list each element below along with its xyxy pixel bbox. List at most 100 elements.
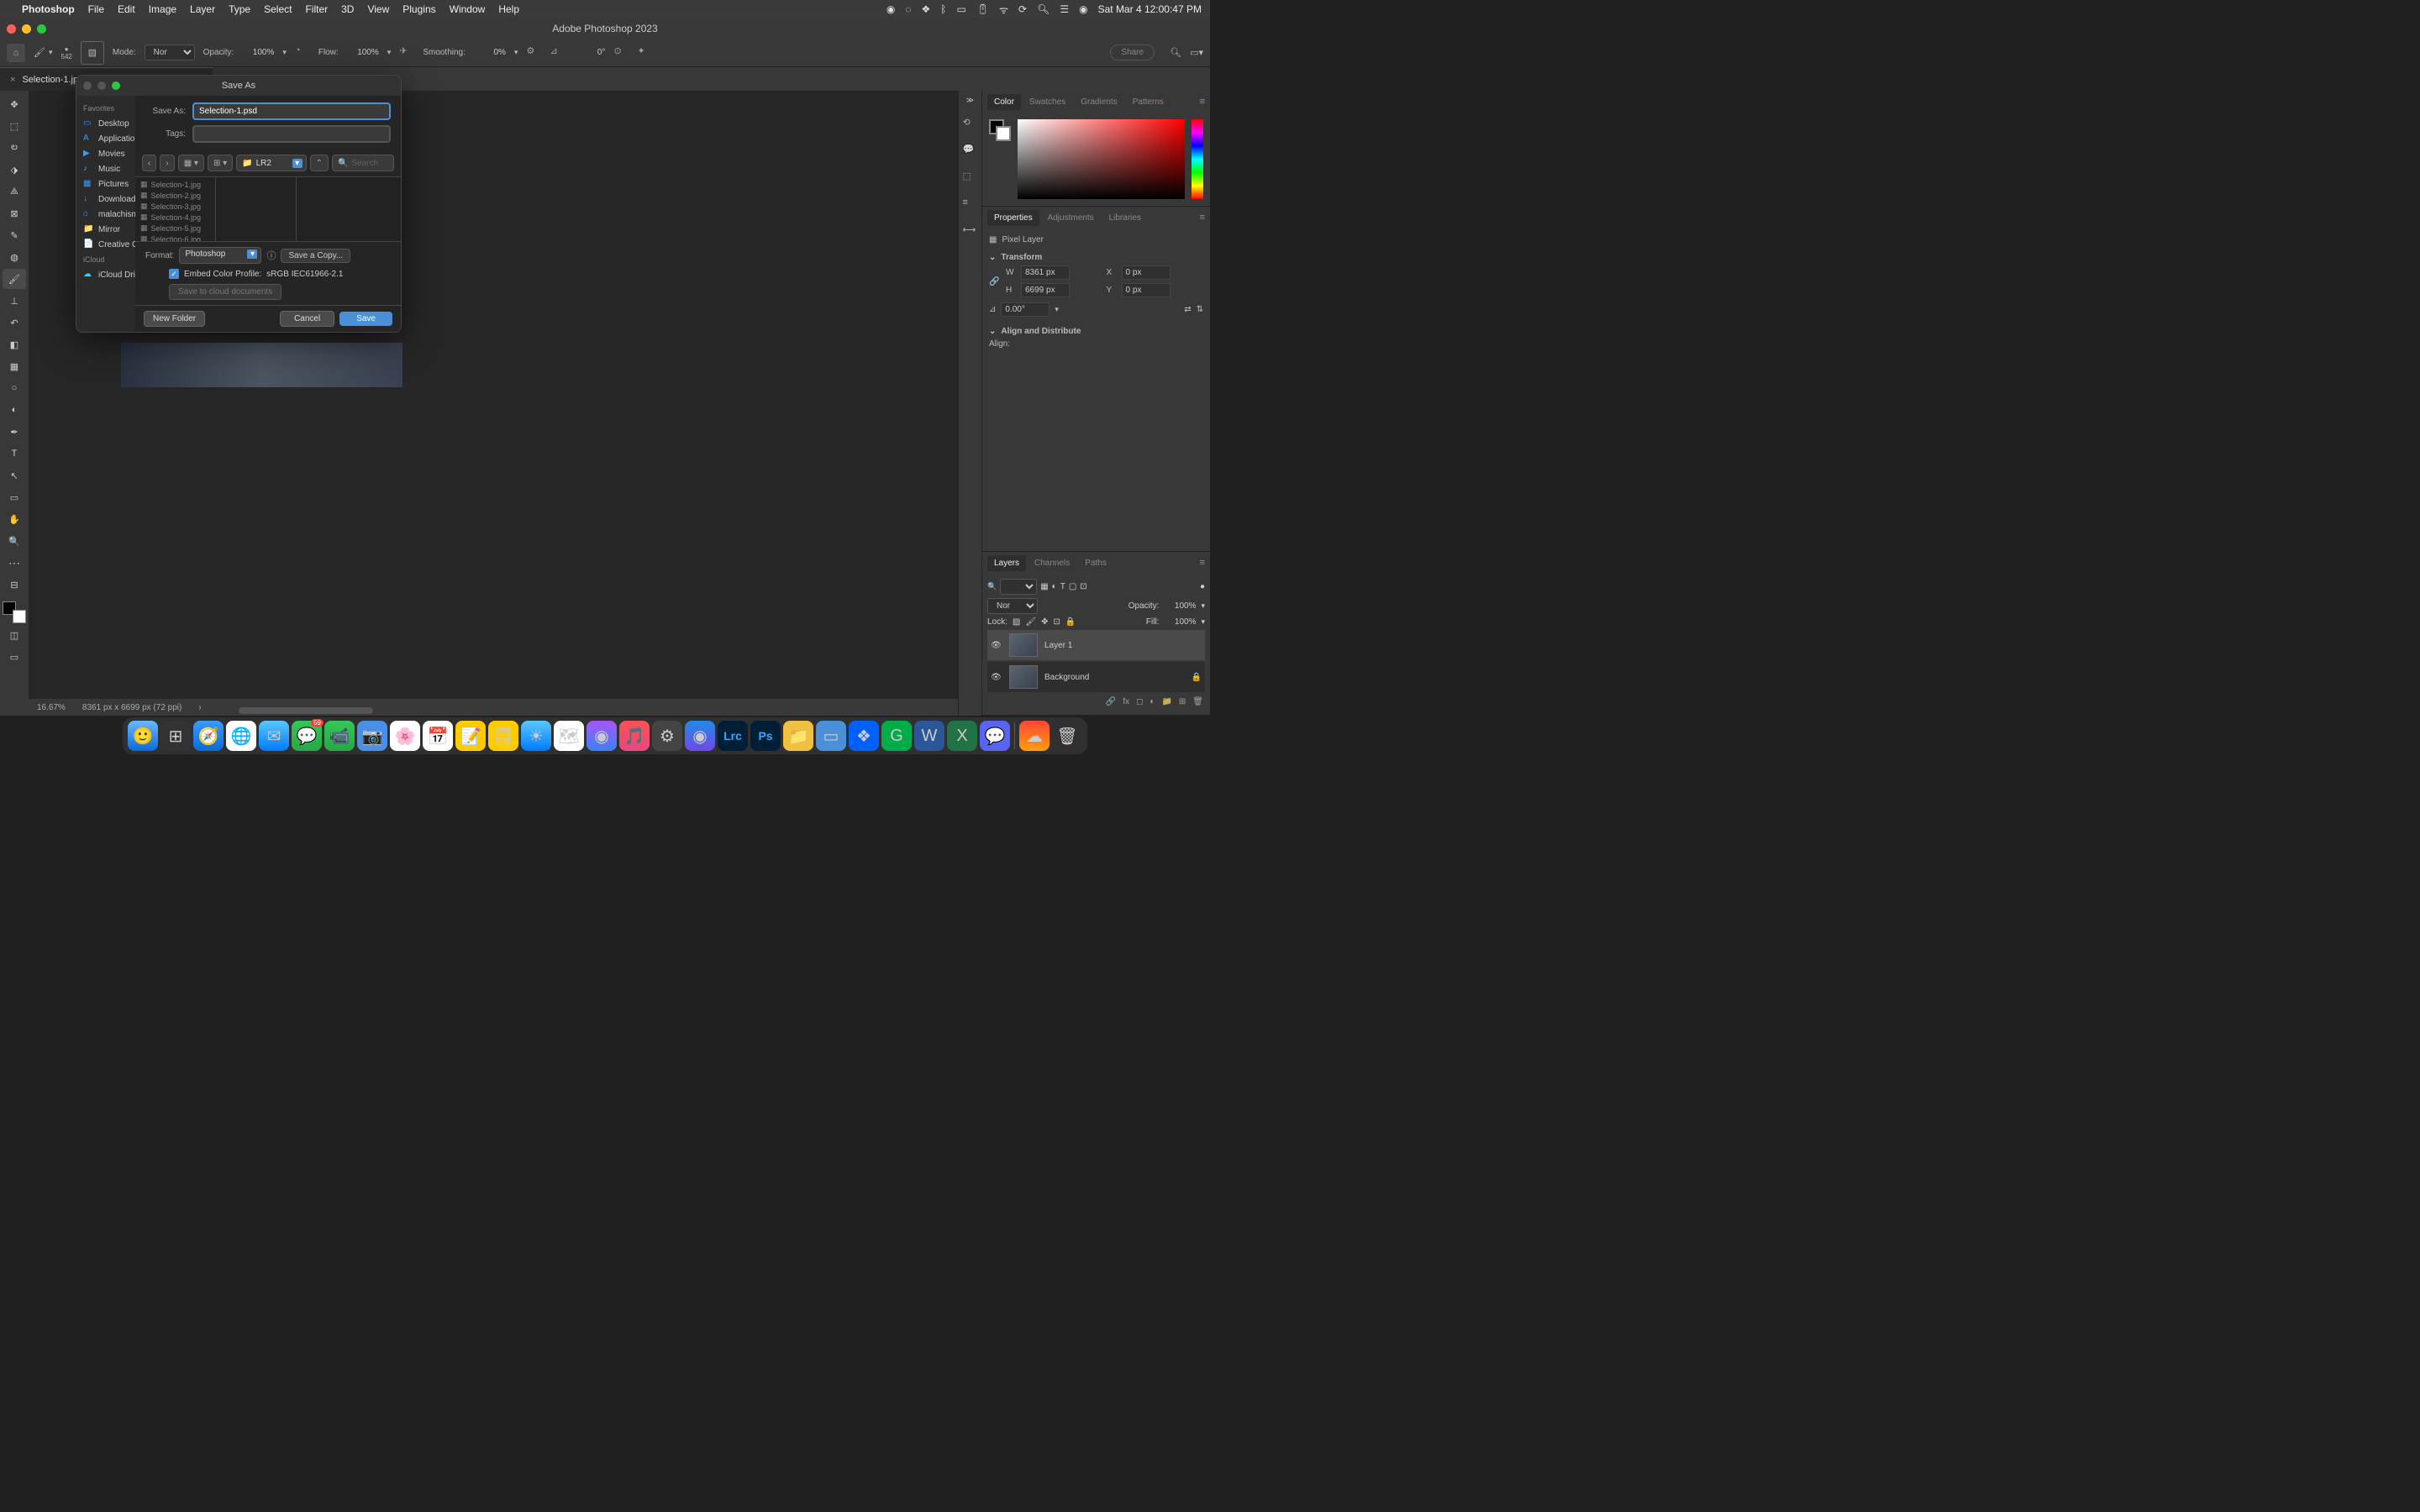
gear-icon[interactable]: ⚙ xyxy=(526,45,541,60)
rotation-input[interactable] xyxy=(1001,302,1050,317)
control-center-icon[interactable]: ☰ xyxy=(1060,3,1069,15)
dock-word[interactable]: W xyxy=(914,721,944,751)
dodge-tool[interactable]: ◐ xyxy=(3,400,26,420)
dock-dropbox[interactable]: ❖ xyxy=(849,721,879,751)
dock-facetime[interactable]: 📹 xyxy=(324,721,355,751)
symmetry-icon[interactable]: ✦ xyxy=(637,45,652,60)
window-minimize-button[interactable] xyxy=(22,24,31,34)
color-fg-bg-selector[interactable] xyxy=(989,119,1011,141)
dock-app3[interactable]: ▭ xyxy=(816,721,846,751)
menu-file[interactable]: File xyxy=(88,3,104,15)
lock-all-icon[interactable]: 🔒 xyxy=(1065,617,1076,627)
dock-settings[interactable]: ⚙ xyxy=(652,721,682,751)
sidebar-item-icloud-desktop[interactable]: ▭Desktop xyxy=(76,282,135,284)
menu-image[interactable]: Image xyxy=(149,3,176,15)
record-icon[interactable]: ◉ xyxy=(886,3,895,15)
dock-creative-cloud[interactable]: ☁ xyxy=(1019,721,1050,751)
dock-launchpad[interactable]: ⊞ xyxy=(160,721,191,751)
circle-icon[interactable]: ◌ xyxy=(905,3,911,15)
expand-button[interactable]: ⌃ xyxy=(310,155,329,171)
opacity-input[interactable] xyxy=(242,48,274,57)
dropbox-icon[interactable]: ❖ xyxy=(922,3,931,15)
dock-photos[interactable]: 🌸 xyxy=(390,721,420,751)
back-button[interactable]: ‹ xyxy=(142,155,156,171)
history-brush-tool[interactable]: ↶ xyxy=(3,312,26,333)
filter-type-icon[interactable]: T xyxy=(1060,582,1065,591)
folder-select[interactable]: 📁 LR2 xyxy=(236,155,306,171)
menu-layer[interactable]: Layer xyxy=(190,3,215,15)
layer-blend-select[interactable]: Normal xyxy=(987,598,1038,614)
zoom-level[interactable]: 16.67% xyxy=(37,703,66,712)
menu-plugins[interactable]: Plugins xyxy=(402,3,435,15)
document-dimensions[interactable]: 8361 px x 6699 px (72 ppi) xyxy=(82,703,182,712)
link-layers-icon[interactable]: 🔗 xyxy=(1106,697,1116,706)
edit-toolbar[interactable]: ⊟ xyxy=(3,575,26,595)
save-button[interactable]: Save xyxy=(339,312,392,326)
dock-weather[interactable]: ☀ xyxy=(521,721,551,751)
tab-patterns[interactable]: Patterns xyxy=(1126,94,1171,110)
zoom-tool[interactable]: 🔍 xyxy=(3,531,26,551)
horizontal-scrollbar[interactable] xyxy=(239,707,373,714)
dialog-maximize-button[interactable] xyxy=(112,81,120,90)
brush-settings-icon[interactable]: ≡ xyxy=(963,197,978,213)
sidebar-item-creative[interactable]: 📄Creative Clo... xyxy=(76,237,135,252)
dock-calendar[interactable]: 📅 xyxy=(423,721,453,751)
menu-filter[interactable]: Filter xyxy=(305,3,328,15)
adjustment-layer-icon[interactable]: ◐ xyxy=(1150,697,1155,706)
tab-layers[interactable]: Layers xyxy=(987,555,1026,571)
display-icon[interactable]: ▭ xyxy=(957,3,966,15)
datetime[interactable]: Sat Mar 4 12:00:47 PM xyxy=(1098,3,1202,15)
transform-section-label[interactable]: Transform xyxy=(1001,253,1042,262)
tab-adjustments[interactable]: Adjustments xyxy=(1041,210,1101,226)
file-item[interactable]: ▦Selection-6.jpg xyxy=(135,234,215,242)
sidebar-item-pictures[interactable]: ▦Pictures xyxy=(76,176,135,192)
workspace-icon[interactable]: ▭▾ xyxy=(1190,47,1203,58)
file-item[interactable]: ▦Selection-1.jpg xyxy=(135,179,215,190)
lock-artboard-icon[interactable]: ⊡ xyxy=(1053,617,1060,627)
filter-smart-icon[interactable]: ⊡ xyxy=(1080,582,1086,591)
sidebar-item-icloud-drive[interactable]: ☁iCloud Drive xyxy=(76,267,135,282)
layer-name[interactable]: Background xyxy=(1044,673,1089,682)
mask-icon[interactable]: ◻ xyxy=(1136,697,1143,706)
lock-transparent-icon[interactable]: ▨ xyxy=(1013,617,1020,627)
file-item[interactable]: ▦Selection-4.jpg xyxy=(135,212,215,223)
crop-tool[interactable]: ⟁ xyxy=(3,181,26,202)
status-expand-icon[interactable]: › xyxy=(198,703,201,712)
dock-discord[interactable]: 💬 xyxy=(980,721,1010,751)
hue-slider[interactable] xyxy=(1192,119,1203,199)
filter-toggle-icon[interactable]: ● xyxy=(1200,582,1205,591)
brush-size-value[interactable]: 542 xyxy=(61,53,72,60)
save-a-copy-button[interactable]: Save a Copy... xyxy=(281,249,350,263)
hand-tool[interactable]: ✋ xyxy=(3,509,26,529)
brush-tool[interactable]: 🖌 xyxy=(3,269,26,289)
forward-button[interactable]: › xyxy=(160,155,174,171)
dock-app2[interactable]: ◉ xyxy=(685,721,715,751)
brush-tool-icon[interactable]: 🖌 xyxy=(34,47,45,58)
brush-preview-icon[interactable]: ● xyxy=(65,45,69,53)
airbrush-icon[interactable]: ✈ xyxy=(399,45,414,60)
home-button[interactable]: ⌂ xyxy=(7,44,25,62)
comments-icon[interactable]: 💬 xyxy=(963,144,978,159)
layer-visibility-icon[interactable]: 👁 xyxy=(991,673,1002,682)
tab-properties[interactable]: Properties xyxy=(987,210,1039,226)
pressure-opacity-icon[interactable]: ◔ xyxy=(295,45,310,60)
pressure-size-icon[interactable]: ⊙ xyxy=(613,45,629,60)
sidebar-item-music[interactable]: ♪Music xyxy=(76,161,135,176)
file-item[interactable]: ▦Selection-2.jpg xyxy=(135,190,215,201)
dock-zoom[interactable]: 📷 xyxy=(357,721,387,751)
chevron-down-icon[interactable]: ⌄ xyxy=(989,253,996,262)
dock-folder1[interactable]: 📁 xyxy=(783,721,813,751)
panel-menu-icon[interactable]: ≡ xyxy=(1200,213,1205,223)
filter-pixel-icon[interactable]: ▦ xyxy=(1040,582,1048,591)
move-tool[interactable]: ✥ xyxy=(3,94,26,114)
dock-mail[interactable]: ✉ xyxy=(259,721,289,751)
dock-chrome[interactable]: 🌐 xyxy=(226,721,256,751)
dock-messages[interactable]: 💬59 xyxy=(292,721,322,751)
sidebar-item-applications[interactable]: AApplications xyxy=(76,131,135,146)
dialog-close-button[interactable] xyxy=(83,81,92,90)
height-input[interactable] xyxy=(1021,283,1070,297)
gradient-tool[interactable]: ▦ xyxy=(3,356,26,376)
fx-icon[interactable]: fx xyxy=(1123,697,1129,706)
color-bg[interactable] xyxy=(996,126,1011,141)
dock-stickies[interactable]: 🗒 xyxy=(488,721,518,751)
